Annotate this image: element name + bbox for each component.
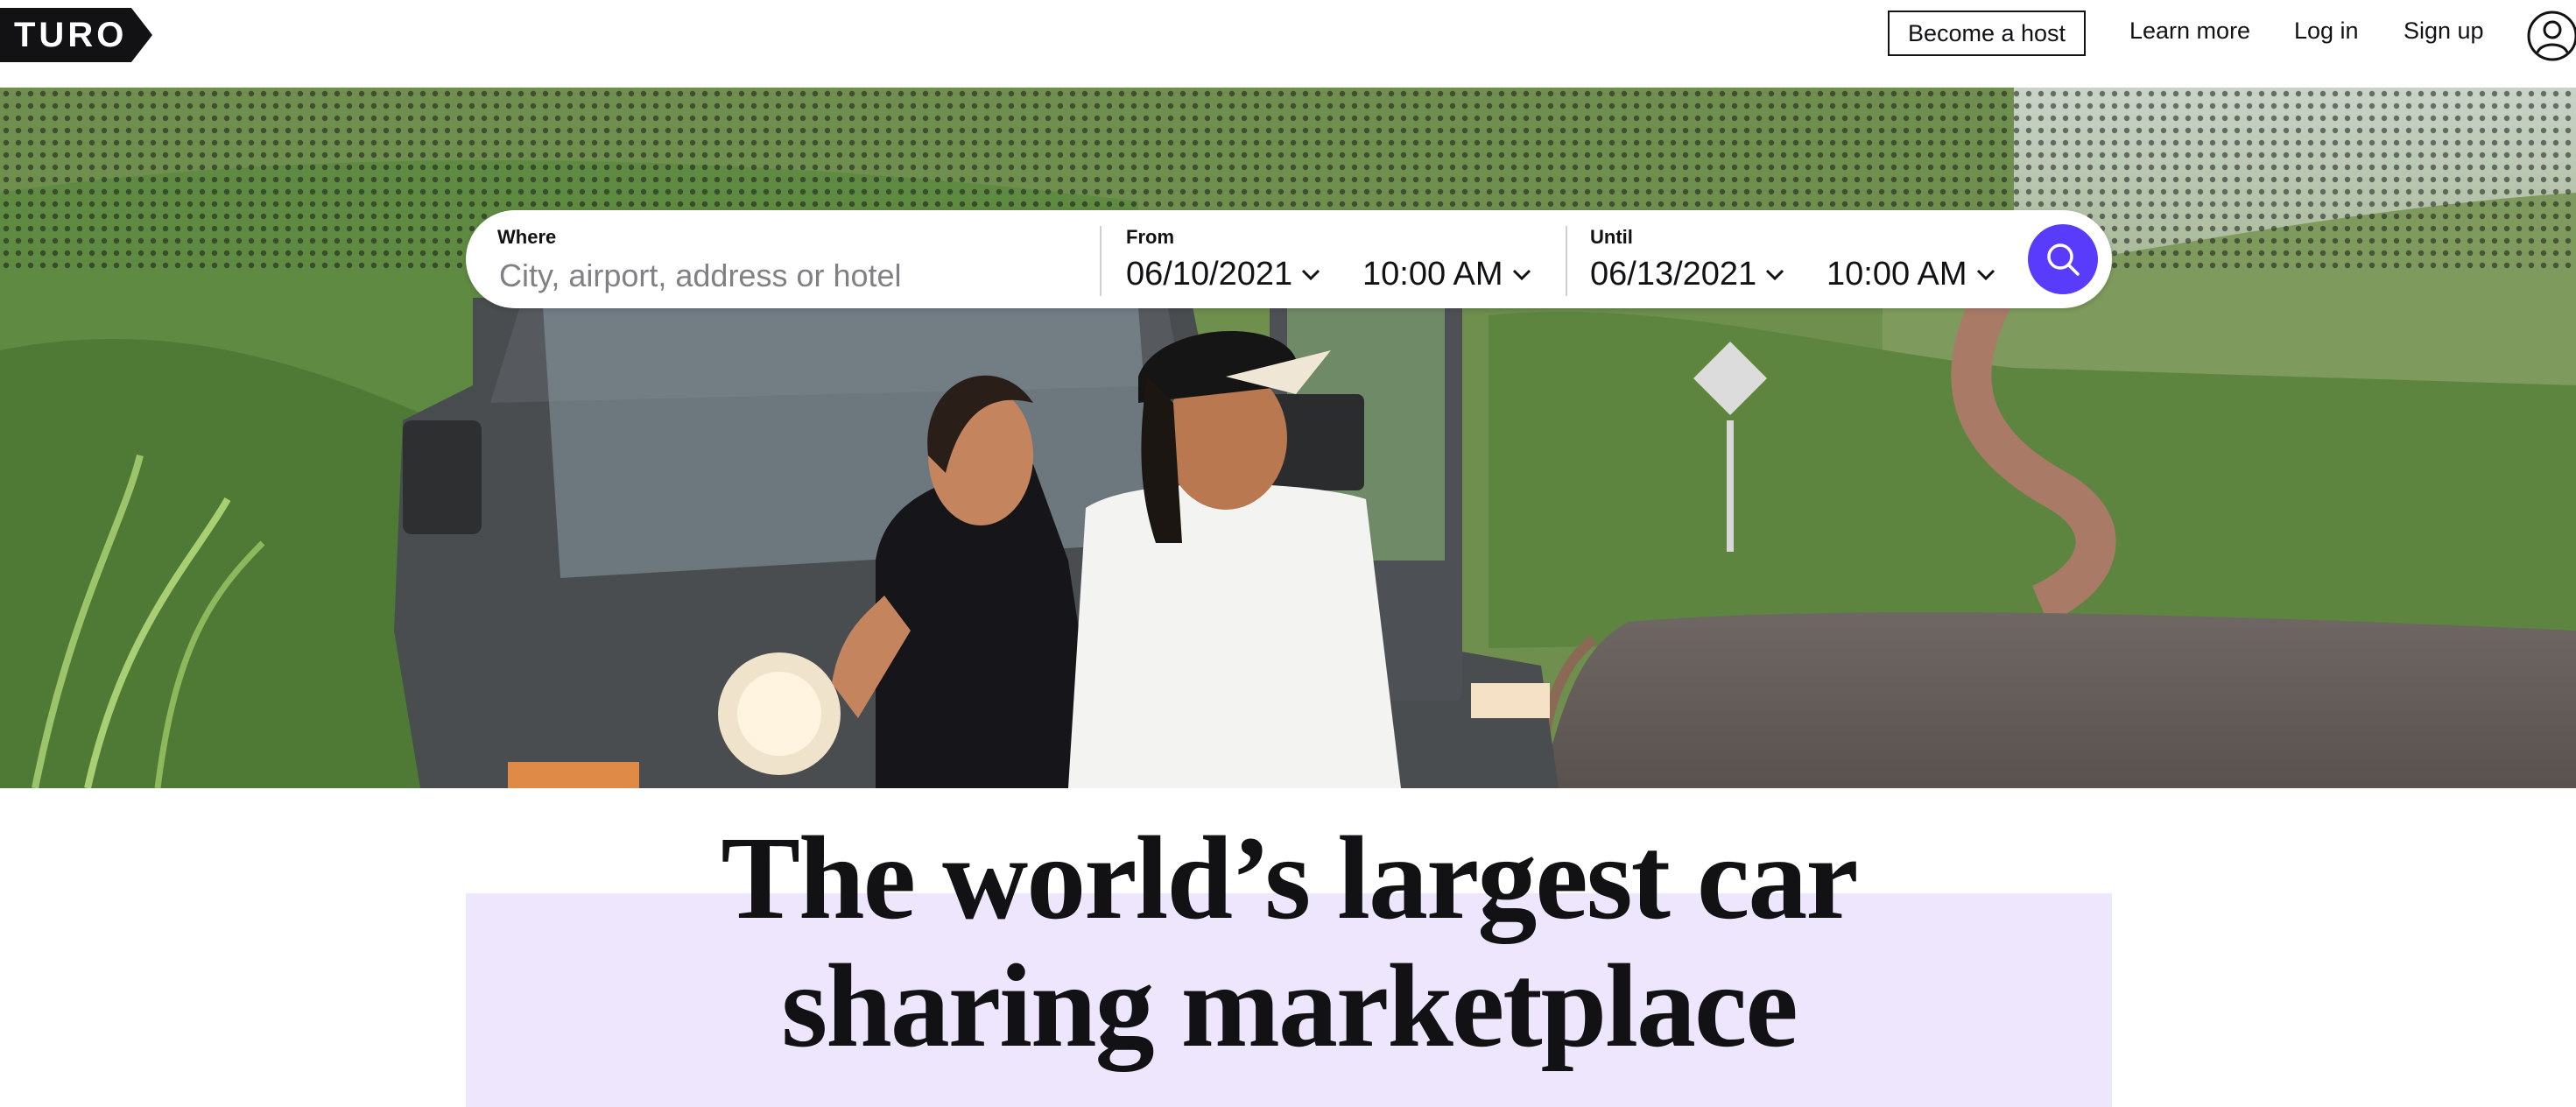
from-time-value: 10:00 AM bbox=[1362, 256, 1503, 293]
hero-image: Where From 06/10/2021 10:00 AM Until 06/… bbox=[0, 88, 2576, 788]
until-label: Until bbox=[1590, 226, 1633, 248]
chevron-down-icon bbox=[1302, 269, 1320, 280]
headline-line-1: The world’s largest car bbox=[721, 813, 1858, 944]
search-bar: Where From 06/10/2021 10:00 AM Until 06/… bbox=[466, 210, 2112, 308]
where-input[interactable] bbox=[497, 254, 1079, 298]
headline-line-2: sharing marketplace bbox=[781, 941, 1798, 1072]
from-time-select[interactable]: 10:00 AM bbox=[1362, 256, 1531, 293]
top-header: TURO Become a host Learn more Log in Sig… bbox=[0, 0, 2576, 88]
become-host-button[interactable]: Become a host bbox=[1888, 11, 2086, 56]
chevron-down-icon bbox=[1512, 269, 1531, 280]
turo-logo[interactable]: TURO bbox=[0, 8, 152, 62]
page-headline: The world’s largest car sharing marketpl… bbox=[466, 814, 2112, 1070]
until-date-value: 06/13/2021 bbox=[1590, 256, 1757, 293]
from-label: From bbox=[1126, 226, 1174, 248]
hero-photo-illustration bbox=[0, 88, 2576, 788]
from-date-value: 06/10/2021 bbox=[1126, 256, 1293, 293]
search-divider bbox=[1566, 226, 1567, 296]
from-date-select[interactable]: 06/10/2021 bbox=[1126, 256, 1320, 293]
where-label: Where bbox=[497, 226, 557, 248]
user-circle-icon[interactable] bbox=[2527, 11, 2576, 61]
learn-more-link[interactable]: Learn more bbox=[2129, 18, 2250, 45]
until-time-select[interactable]: 10:00 AM bbox=[1826, 256, 1995, 293]
search-icon bbox=[2047, 243, 2080, 276]
search-button[interactable] bbox=[2028, 224, 2098, 294]
logo-text: TURO bbox=[14, 15, 128, 54]
signup-link[interactable]: Sign up bbox=[2404, 18, 2484, 45]
login-link[interactable]: Log in bbox=[2294, 18, 2359, 45]
chevron-down-icon bbox=[1766, 269, 1784, 280]
until-time-value: 10:00 AM bbox=[1826, 256, 1967, 293]
chevron-down-icon bbox=[1976, 269, 1995, 280]
until-date-select[interactable]: 06/13/2021 bbox=[1590, 256, 1784, 293]
search-divider bbox=[1100, 226, 1101, 296]
